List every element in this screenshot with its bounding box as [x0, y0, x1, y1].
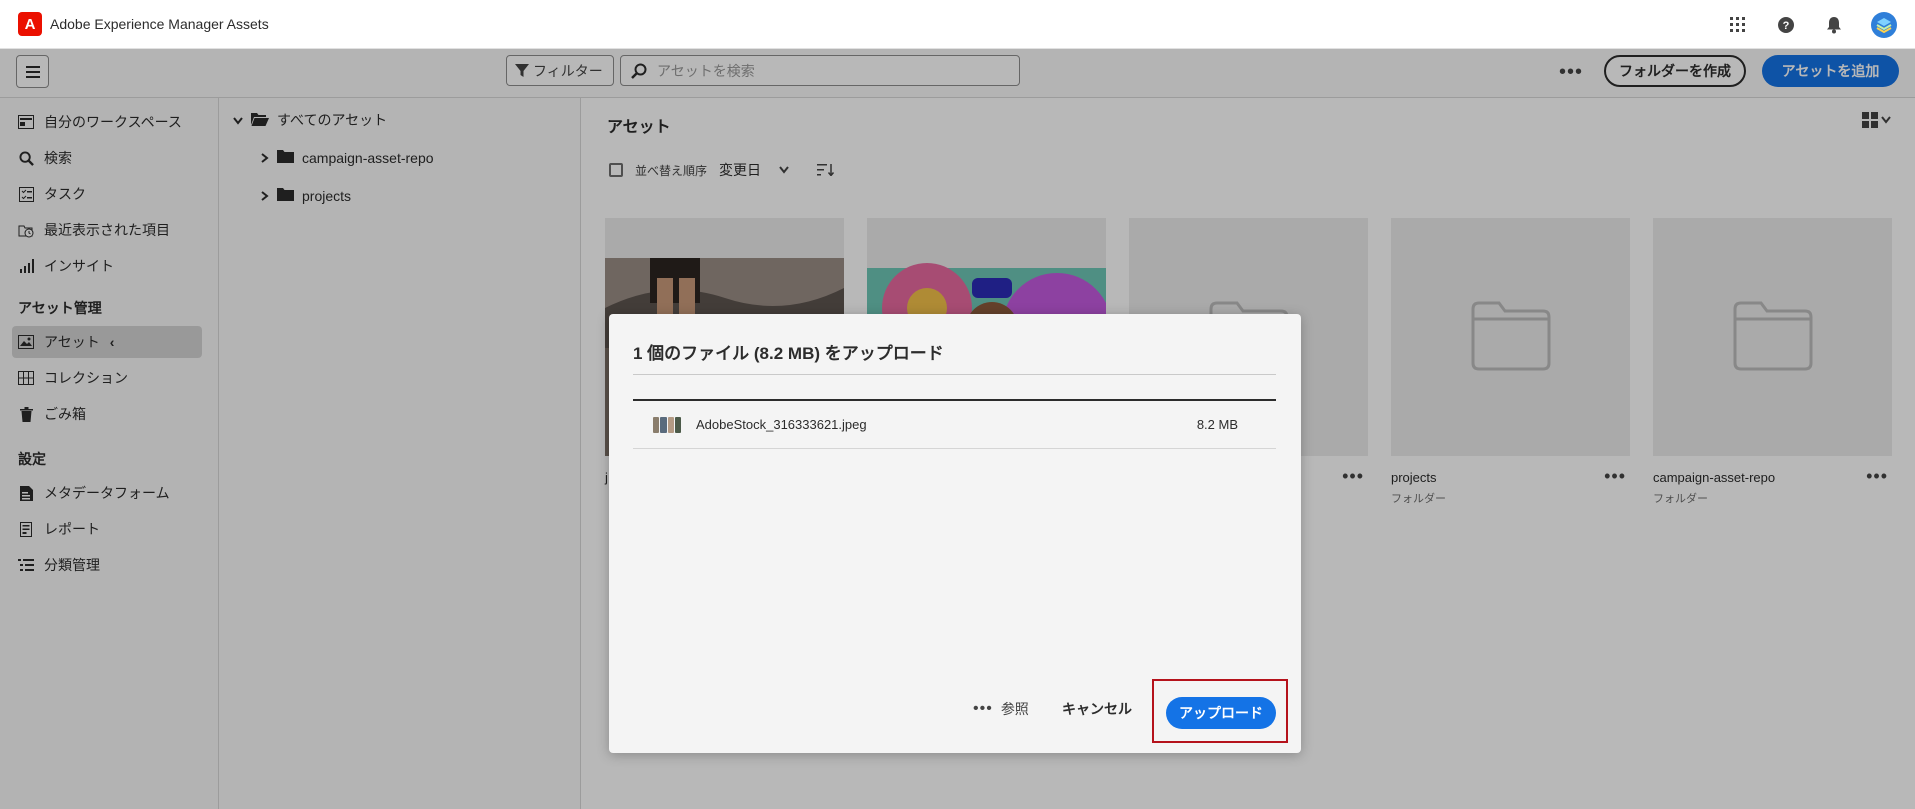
help-icon[interactable]: ? [1775, 14, 1797, 36]
divider [633, 374, 1276, 375]
adobe-logo[interactable]: A [18, 12, 42, 36]
dialog-title: 1 個のファイル (8.2 MB) をアップロード [633, 344, 944, 363]
more-icon: ••• [973, 700, 993, 717]
notifications-bell-icon[interactable] [1823, 14, 1845, 36]
header-actions: ? [1727, 0, 1897, 49]
cancel-button[interactable]: キャンセル [1062, 699, 1132, 719]
file-thumbnail [653, 417, 681, 433]
file-size: 8.2 MB [1196, 417, 1238, 432]
user-avatar[interactable] [1871, 11, 1897, 38]
app-title[interactable]: Adobe Experience Manager Assets [50, 16, 269, 32]
svg-text:?: ? [1783, 20, 1790, 32]
app-header: A Adobe Experience Manager Assets ? [0, 0, 1915, 49]
browse-label: 参照 [1000, 701, 1029, 717]
upload-file-row: AdobeStock_316333621.jpeg 8.2 MB [633, 401, 1276, 449]
highlight-annotation [1152, 679, 1288, 743]
apps-grid-icon[interactable] [1727, 14, 1749, 36]
file-name: AdobeStock_316333621.jpeg [696, 417, 867, 432]
browse-button[interactable]: ••• 参照 [973, 699, 1029, 719]
